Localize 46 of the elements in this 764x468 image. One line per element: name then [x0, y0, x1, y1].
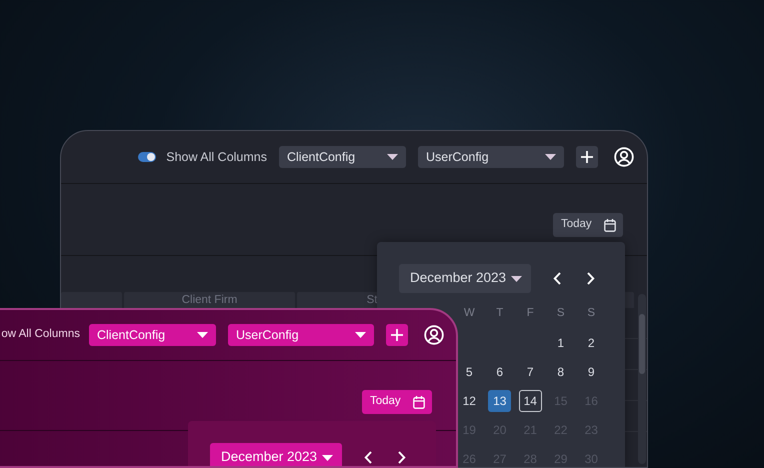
calendar-day[interactable]: 13: [488, 390, 512, 412]
config-dropdown[interactable]: UserConfig: [228, 324, 374, 346]
caret-icon: [511, 276, 522, 282]
user-icon[interactable]: [614, 147, 634, 167]
chevron-right-icon: [398, 451, 406, 464]
calendar-day[interactable]: 9: [580, 360, 603, 382]
weekday-label: S: [586, 306, 596, 321]
today-button[interactable]: Today: [362, 390, 432, 414]
calendar-day[interactable]: 12: [458, 390, 481, 412]
weekday-label: F: [526, 306, 535, 321]
calendar-day[interactable]: 6: [488, 360, 512, 382]
calendar-day[interactable]: 8: [549, 360, 572, 382]
toggle-label: Show All Columns: [166, 148, 267, 166]
chevron-left-icon: [553, 272, 561, 285]
chevron-right-icon: [587, 272, 595, 285]
calendar-day[interactable]: 5: [458, 360, 481, 382]
caret-icon: [355, 332, 366, 338]
weekday-label: W: [462, 306, 476, 321]
plus-icon: [391, 329, 403, 341]
calendar-day[interactable]: 2: [580, 332, 603, 354]
plus-icon: [581, 151, 593, 163]
toggle-switch[interactable]: [138, 152, 156, 162]
caret-icon: [197, 332, 208, 338]
add-button[interactable]: [576, 146, 598, 168]
month-picker[interactable]: December 2023: [210, 443, 342, 466]
caret-icon: [387, 154, 398, 160]
user-icon[interactable]: [424, 325, 444, 345]
today-button[interactable]: Today: [553, 213, 623, 237]
toggle-label: ow All Columns: [1, 327, 80, 342]
config-dropdown[interactable]: UserConfig: [418, 146, 564, 168]
config-dropdown[interactable]: ClientConfig: [89, 324, 216, 346]
add-button[interactable]: [386, 324, 408, 346]
column-header[interactable]: Client Firm: [124, 292, 295, 308]
scrollbar[interactable]: [638, 294, 646, 464]
calendar-day[interactable]: 7: [518, 360, 542, 382]
calendar-icon: [413, 396, 425, 408]
caret-icon: [322, 454, 333, 460]
caret-icon: [545, 154, 556, 160]
month-picker[interactable]: December 2023: [399, 264, 531, 293]
calendar-day[interactable]: 1: [549, 332, 572, 354]
calendar-day[interactable]: 14: [518, 390, 542, 412]
weekday-label: T: [495, 306, 504, 321]
config-dropdown[interactable]: ClientConfig: [279, 146, 406, 168]
calendar-icon: [604, 218, 616, 232]
weekday-label: S: [556, 306, 566, 321]
chevron-left-icon: [364, 451, 372, 464]
